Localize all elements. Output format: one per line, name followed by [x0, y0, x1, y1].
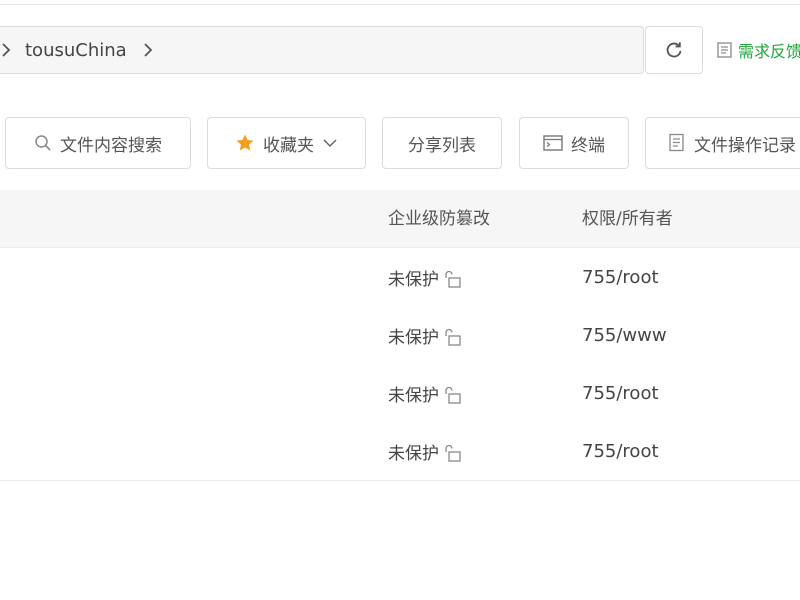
unlock-icon — [445, 270, 461, 288]
protection-status[interactable]: 未保护 — [388, 422, 462, 480]
refresh-icon — [666, 42, 682, 58]
search-icon — [35, 135, 51, 151]
permission-owner[interactable]: 755/www — [582, 306, 667, 364]
permission-owner[interactable]: 755/root — [582, 248, 659, 306]
permission-owner[interactable]: 755/root — [582, 364, 659, 422]
table-row[interactable]: 未保护 755/root — [0, 364, 800, 423]
refresh-button[interactable] — [645, 26, 703, 74]
chevron-right-icon — [0, 26, 19, 74]
chevron-right-icon[interactable] — [135, 26, 161, 74]
terminal-button[interactable]: 终端 — [519, 117, 629, 169]
protection-text: 未保护 — [388, 327, 439, 348]
star-icon — [236, 134, 254, 151]
protection-text: 未保护 — [388, 385, 439, 406]
feedback-label[interactable]: 需求反馈 — [738, 38, 800, 62]
file-operation-log-button[interactable]: 文件操作记录 — [645, 117, 800, 169]
column-header-tamper-protection[interactable]: 企业级防篡改 — [388, 190, 490, 248]
log-label: 文件操作记录 — [694, 135, 796, 156]
unlock-icon — [445, 386, 461, 404]
share-list-button[interactable]: 分享列表 — [382, 117, 502, 169]
document-icon — [669, 133, 684, 152]
breadcrumb-segment[interactable]: tousuChina — [19, 40, 135, 61]
favorites-label: 收藏夹 — [263, 135, 314, 156]
protection-text: 未保护 — [388, 269, 439, 290]
path-bar[interactable]: tousuChina — [0, 26, 644, 74]
table-row[interactable]: 未保护 755/www — [0, 306, 800, 365]
top-divider — [0, 0, 800, 5]
favorites-dropdown[interactable]: 收藏夹 — [207, 117, 366, 169]
terminal-icon — [543, 135, 563, 151]
protection-text: 未保护 — [388, 443, 439, 464]
feedback-icon — [717, 42, 732, 58]
terminal-label: 终端 — [571, 135, 605, 156]
table-row[interactable]: 未保护 755/root — [0, 248, 800, 307]
file-content-search-button[interactable]: 文件内容搜索 — [5, 117, 191, 169]
protection-status[interactable]: 未保护 — [388, 306, 462, 364]
protection-status[interactable]: 未保护 — [388, 248, 462, 306]
share-label: 分享列表 — [408, 135, 476, 156]
feedback-link[interactable]: 需求反馈 — [716, 36, 800, 64]
unlock-icon — [445, 328, 461, 346]
protection-status[interactable]: 未保护 — [388, 364, 462, 422]
search-label: 文件内容搜索 — [60, 135, 162, 156]
table-row[interactable]: 未保护 755/root — [0, 422, 800, 481]
column-header-permission-owner[interactable]: 权限/所有者 — [582, 190, 673, 248]
unlock-icon — [445, 444, 461, 462]
chevron-down-icon — [323, 139, 337, 148]
table-header: 企业级防篡改 权限/所有者 — [0, 190, 800, 248]
permission-owner[interactable]: 755/root — [582, 422, 659, 480]
